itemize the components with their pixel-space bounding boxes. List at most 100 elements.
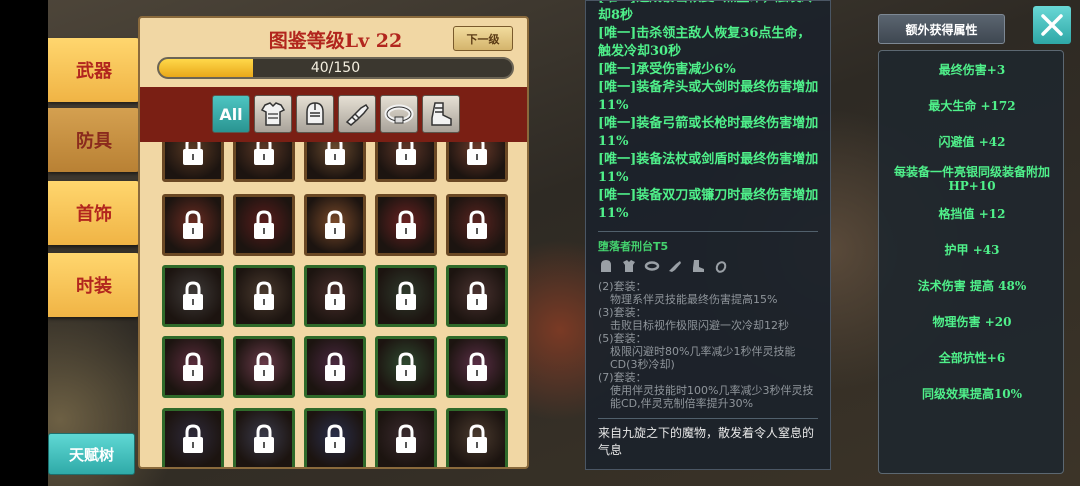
unique-effect-line: [唯一]承受伤害减少6% — [598, 62, 736, 77]
helmet-icon — [598, 258, 614, 274]
attribute-line: 法术伤害 提高 48% — [917, 279, 1027, 293]
collection-item-slot[interactable] — [375, 408, 437, 467]
lock-icon — [394, 424, 418, 454]
collection-item-slot[interactable] — [162, 265, 224, 327]
lock-icon — [323, 142, 347, 166]
tab-jewelry[interactable]: 首饰 — [48, 181, 140, 245]
next-level-button[interactable]: 下一级 — [453, 26, 513, 51]
collection-item-slot[interactable] — [233, 336, 295, 398]
lock-icon — [323, 424, 347, 454]
item-detail-panel: [唯一]造成暴击恢复9点生命，触发冷却8秒 [唯一]击杀领主敌人恢复36点生命，触… — [585, 0, 831, 470]
collection-item-slot[interactable] — [446, 194, 508, 256]
collection-item-slot[interactable] — [233, 408, 295, 467]
lock-icon — [181, 424, 205, 454]
collection-item-slot[interactable] — [446, 142, 508, 182]
set-bonus-description: 击败目标视作极限闪避一次冷却12秒 — [610, 319, 789, 332]
collection-item-slot[interactable] — [233, 265, 295, 327]
lock-icon — [465, 142, 489, 166]
collection-item-slot[interactable] — [233, 142, 295, 182]
lock-icon — [465, 281, 489, 311]
filter-gauntlet-button[interactable] — [338, 95, 376, 133]
tab-fashion[interactable]: 时装 — [48, 253, 140, 317]
belt-icon — [384, 104, 414, 124]
lock-icon — [252, 210, 276, 240]
unique-effect-line: [唯一]装备双刀或镰刀时最终伤害增加11% — [598, 188, 819, 221]
close-icon — [1041, 14, 1063, 36]
lock-icon — [252, 352, 276, 382]
lock-icon — [465, 424, 489, 454]
filter-boots-button[interactable] — [422, 95, 460, 133]
collection-item-slot[interactable] — [446, 408, 508, 467]
attribute-line: 最大生命 +172 — [928, 99, 1016, 113]
filter-all-button[interactable]: All — [212, 95, 250, 133]
collection-item-slot[interactable] — [304, 194, 366, 256]
collection-item-slot[interactable] — [375, 194, 437, 256]
lock-icon — [394, 352, 418, 382]
unique-effects-list: [唯一]造成暴击恢复9点生命，触发冷却8秒 [唯一]击杀领主敌人恢复36点生命，触… — [598, 1, 819, 223]
collection-item-slot[interactable] — [233, 194, 295, 256]
flavor-text: 来自九旋之下的魔物，散发着令人窒息的气息 — [598, 426, 815, 457]
attribute-line: 物理伤害 +20 — [932, 315, 1012, 329]
collection-progress-bar: 40/150 — [157, 57, 514, 79]
attribute-line: 最终伤害+3 — [938, 63, 1006, 77]
collection-item-slot[interactable] — [375, 142, 437, 182]
attribute-line: 闪避值 +42 — [938, 135, 1006, 149]
set-bonus-description: 使用伴灵技能时100%几率减少3秒伴灵技能CD,伴灵克制倍率提升30% — [610, 384, 814, 410]
gauntlet-icon — [345, 103, 369, 126]
collection-panel: 图鉴等级Lv 22 下一级 40/150 All — [138, 16, 529, 469]
set-piece-icons — [598, 258, 818, 274]
lock-icon — [465, 210, 489, 240]
lock-icon — [181, 281, 205, 311]
set-bonus-label: (2)套装： — [598, 280, 647, 293]
extra-attributes-title: 额外获得属性 — [878, 14, 1005, 44]
tab-armor[interactable]: 防具 — [48, 108, 140, 172]
set-bonus-label: (3)套装： — [598, 306, 647, 319]
unique-effect-line: [唯一]装备法杖或剑盾时最终伤害增加11% — [598, 152, 819, 185]
filter-armor-button[interactable] — [254, 95, 292, 133]
progress-text: 40/150 — [310, 60, 361, 76]
gauntlet-icon — [667, 258, 683, 274]
collection-item-slot[interactable] — [304, 408, 366, 467]
attribute-line: 同级效果提高10% — [921, 387, 1023, 401]
boots-icon — [690, 258, 706, 274]
collection-item-slot[interactable] — [162, 194, 224, 256]
collection-grid — [140, 142, 527, 467]
lock-icon — [181, 142, 205, 166]
tab-weapons[interactable]: 武器 — [48, 38, 140, 102]
lock-icon — [394, 281, 418, 311]
helmet-icon — [306, 102, 324, 125]
collection-item-slot[interactable] — [446, 336, 508, 398]
divider — [598, 231, 818, 232]
belt-icon — [644, 258, 660, 274]
attribute-line: 每装备一件亮银同级装备附加HP+10 — [893, 165, 1050, 193]
unique-effect-line: [唯一]装备斧头或大剑时最终伤害增加11% — [598, 80, 819, 113]
collection-item-slot[interactable] — [162, 142, 224, 182]
unique-effect-line: [唯一]装备弓箭或长枪时最终伤害增加11% — [598, 116, 819, 149]
collection-item-slot[interactable] — [304, 336, 366, 398]
lock-icon — [394, 210, 418, 240]
collection-item-slot[interactable] — [375, 336, 437, 398]
set-bonus-description: 极限闪避时80%几率减少1秒伴灵技能CD(3秒冷却) — [610, 345, 796, 371]
talent-tree-button[interactable]: 天赋树 — [48, 433, 135, 475]
collection-item-slot[interactable] — [304, 265, 366, 327]
collection-item-slot[interactable] — [162, 408, 224, 467]
screen-edge — [0, 0, 48, 486]
collection-item-slot[interactable] — [162, 336, 224, 398]
lock-icon — [252, 281, 276, 311]
filter-helmet-button[interactable] — [296, 95, 334, 133]
collection-item-slot[interactable] — [304, 142, 366, 182]
unique-effect-line: [唯一]击杀领主敌人恢复36点生命，触发冷却30秒 — [598, 26, 811, 59]
lock-icon — [181, 210, 205, 240]
filter-belt-button[interactable] — [380, 95, 418, 133]
armor-icon — [621, 258, 637, 274]
attribute-line: 全部抗性+6 — [938, 351, 1006, 365]
collection-item-slot[interactable] — [446, 265, 508, 327]
set-name: 堕落者刑台T5 — [598, 240, 669, 253]
set-bonus-label: (5)套装： — [598, 332, 647, 345]
collection-item-slot[interactable] — [375, 265, 437, 327]
close-button[interactable] — [1033, 6, 1071, 44]
lock-icon — [323, 352, 347, 382]
slot-filter-bar: All — [140, 87, 527, 142]
lock-icon — [323, 210, 347, 240]
set-bonus-description: 物理系伴灵技能最终伤害提高15% — [610, 293, 778, 306]
